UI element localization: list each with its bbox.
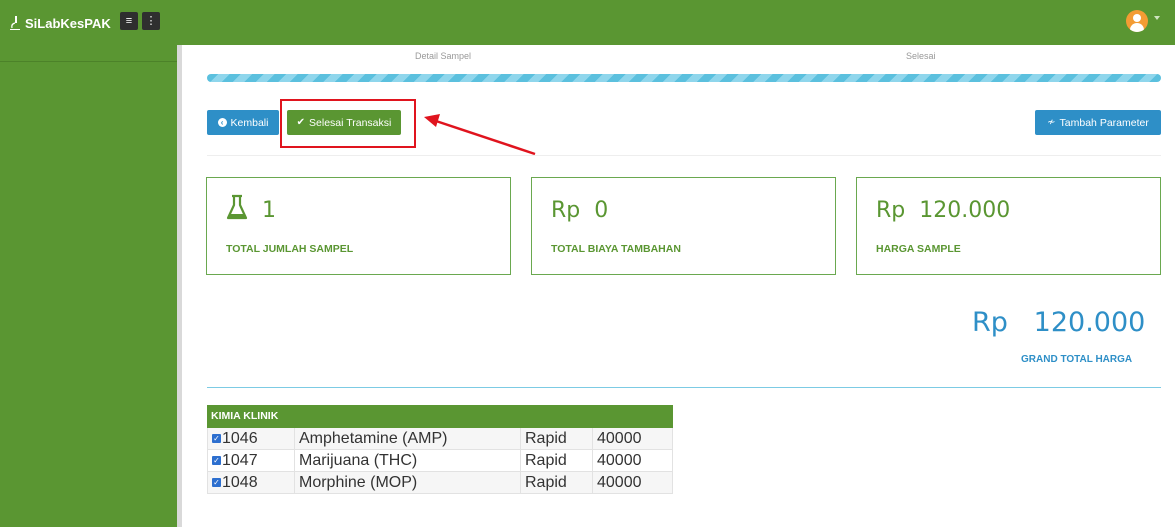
add-parameter-button[interactable]: ≁ Tambah Parameter xyxy=(1035,110,1161,135)
section-divider xyxy=(207,155,1161,156)
test-name: Morphine (MOP) xyxy=(295,472,521,493)
user-avatar[interactable] xyxy=(1126,10,1148,32)
row-code: 1047 xyxy=(222,452,258,469)
sample-count-label: TOTAL JUMLAH SAMPEL xyxy=(226,243,354,255)
table-header: KIMIA KLINIK xyxy=(207,405,673,428)
sidebar-divider xyxy=(0,61,177,62)
brand-name: SiLabKesPAK xyxy=(25,15,111,31)
chart-line-icon: ≁ xyxy=(1047,117,1056,128)
brand-logo[interactable]: SiLabKesPAK xyxy=(8,13,111,33)
checkbox[interactable]: ✓ xyxy=(212,456,221,466)
stat-card-sample-count: 1 TOTAL JUMLAH SAMPEL xyxy=(206,177,511,275)
checkbox[interactable]: ✓ xyxy=(212,478,221,488)
stat-card-sample-price: Rp 120.000 HARGA SAMPLE xyxy=(856,177,1161,275)
additional-cost-value: Rp 0 xyxy=(551,198,609,223)
test-method: Rapid xyxy=(521,450,593,471)
test-name: Amphetamine (AMP) xyxy=(295,428,521,449)
microscope-icon xyxy=(10,16,20,30)
total-divider xyxy=(207,387,1161,388)
table-row: ✓ 1046 Amphetamine (AMP) Rapid 40000 xyxy=(207,428,673,450)
menu-toggle-button[interactable]: ≡ xyxy=(120,12,138,30)
grand-total-amount: 120.000 xyxy=(1033,307,1146,338)
more-options-button[interactable]: ⋮ xyxy=(142,12,160,30)
checkbox[interactable]: ✓ xyxy=(212,434,221,444)
test-price: 40000 xyxy=(597,452,642,469)
wizard-progress-bar xyxy=(207,74,1161,82)
grand-total-currency: Rp xyxy=(972,307,1008,338)
test-method: Rapid xyxy=(521,472,593,493)
add-parameter-label: Tambah Parameter xyxy=(1059,116,1149,129)
chevron-down-icon[interactable] xyxy=(1154,16,1160,20)
sidebar-gutter xyxy=(177,45,182,527)
top-navbar: SiLabKesPAK ≡ ⋮ xyxy=(0,0,1175,45)
code-cell: ✓ 1048 xyxy=(208,472,295,493)
table-row: ✓ 1048 Morphine (MOP) Rapid 40000 xyxy=(207,472,673,494)
flask-icon xyxy=(226,194,248,220)
sidebar xyxy=(0,45,177,527)
wizard-step-finish[interactable]: Selesai xyxy=(906,51,936,61)
row-code: 1046 xyxy=(222,430,258,447)
sample-price-label: HARGA SAMPLE xyxy=(876,243,961,255)
table-row: ✓ 1047 Marijuana (THC) Rapid 40000 xyxy=(207,450,673,472)
back-button[interactable]: ‹ Kembali xyxy=(207,110,279,135)
test-name: Marijuana (THC) xyxy=(295,450,521,471)
test-price: 40000 xyxy=(597,430,642,447)
wizard-step-detail[interactable]: Detail Sampel xyxy=(415,51,471,61)
back-button-label: Kembali xyxy=(230,116,269,129)
test-method: Rapid xyxy=(521,428,593,449)
stat-card-additional-cost: Rp 0 TOTAL BIAYA TAMBAHAN xyxy=(531,177,836,275)
annotation-arrow xyxy=(424,114,536,156)
test-price: 40000 xyxy=(597,474,642,491)
additional-cost-label: TOTAL BIAYA TAMBAHAN xyxy=(551,243,681,255)
highlight-box xyxy=(280,99,416,148)
grand-total-label: GRAND TOTAL HARGA xyxy=(1021,354,1133,365)
code-cell: ✓ 1046 xyxy=(208,428,295,449)
code-cell: ✓ 1047 xyxy=(208,450,295,471)
grand-total-value: Rp 120.000 xyxy=(972,307,1145,338)
sample-count-value: 1 xyxy=(262,198,276,223)
sample-price-value: Rp 120.000 xyxy=(876,198,1011,223)
hamburger-icon: ≡ xyxy=(125,15,133,27)
back-circle-icon: ‹ xyxy=(217,118,227,127)
row-code: 1048 xyxy=(222,474,258,491)
vertical-dots-icon: ⋮ xyxy=(145,15,157,27)
